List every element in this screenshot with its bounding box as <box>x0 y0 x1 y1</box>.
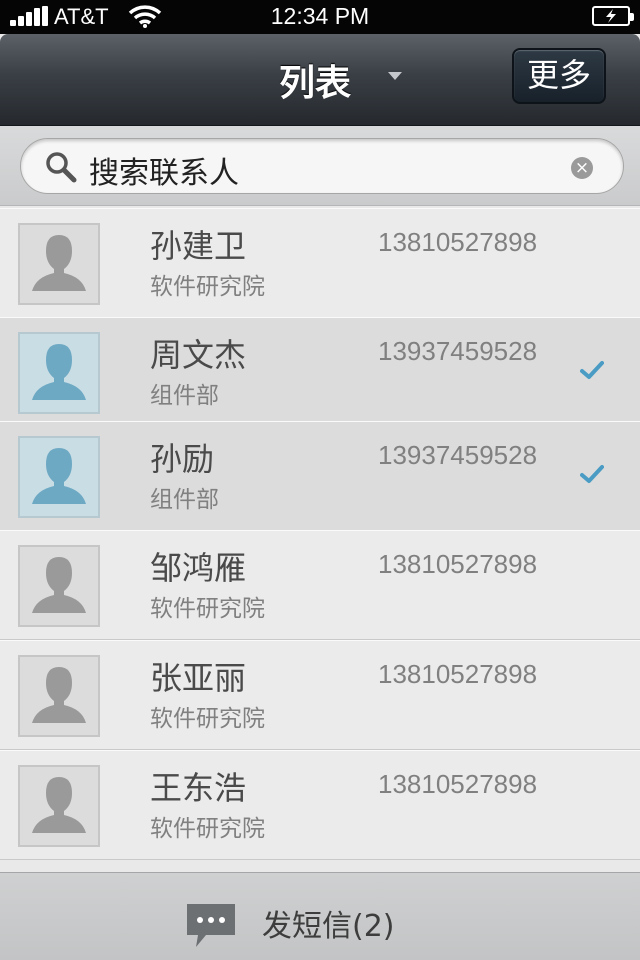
contact-department: 软件研究院 <box>150 274 265 300</box>
contact-phone: 13937459528 <box>378 336 538 366</box>
avatar-icon <box>18 765 100 847</box>
contact-name: 邹鸿雁 <box>150 549 247 587</box>
contact-phone: 13810527898 <box>378 659 538 689</box>
search-area: 搜索联系人 × <box>0 126 640 206</box>
search-placeholder: 搜索联系人 <box>89 156 239 191</box>
contact-department: 软件研究院 <box>150 816 265 842</box>
contact-name: 周文杰 <box>150 336 247 374</box>
contact-row[interactable]: 邹鸿雁软件研究院 13810527898 <box>0 530 640 640</box>
contact-name: 孙建卫 <box>150 227 247 265</box>
navigation-bar: 列表 更多 <box>0 34 640 126</box>
contact-row[interactable]: 周文杰组件部 13937459528 <box>0 317 640 427</box>
contact-department: 软件研究院 <box>150 706 265 732</box>
avatar-icon <box>18 655 100 737</box>
sms-icon <box>187 904 235 947</box>
status-bar: AT&T 12:34 PM <box>0 0 640 34</box>
chevron-down-icon[interactable] <box>388 72 402 80</box>
contact-row[interactable]: 张亚丽软件研究院 13810527898 <box>0 640 640 750</box>
battery-icon <box>592 6 634 26</box>
clear-icon[interactable]: × <box>571 157 593 179</box>
contact-phone: 13810527898 <box>378 769 538 799</box>
check-icon <box>580 465 604 483</box>
contact-row[interactable]: 孙励组件部 13937459528 <box>0 421 640 531</box>
status-time: 12:34 PM <box>270 3 370 29</box>
contact-department: 软件研究院 <box>150 596 265 622</box>
avatar-icon <box>18 332 100 414</box>
send-sms-button[interactable]: 发短信(2) <box>262 901 395 945</box>
contact-name: 王东浩 <box>150 769 247 807</box>
contact-phone: 13810527898 <box>378 549 538 579</box>
search-icon <box>46 152 77 183</box>
contact-department: 组件部 <box>150 487 219 513</box>
more-button[interactable]: 更多 <box>512 48 606 104</box>
avatar-icon <box>18 223 100 305</box>
contact-phone: 13810527898 <box>378 227 538 257</box>
avatar-icon <box>18 436 100 518</box>
page-title[interactable]: 列表 <box>250 54 380 106</box>
contact-department: 组件部 <box>150 383 219 409</box>
contact-name: 孙励 <box>150 440 215 478</box>
avatar-icon <box>18 545 100 627</box>
bottom-bar[interactable]: 发短信(2) <box>0 872 640 960</box>
search-input[interactable]: 搜索联系人 × <box>20 138 624 194</box>
contact-row[interactable]: 王东浩软件研究院 13810527898 <box>0 750 640 860</box>
contact-phone: 13937459528 <box>378 440 538 470</box>
check-icon <box>580 361 604 379</box>
contact-name: 张亚丽 <box>150 659 247 697</box>
contact-row[interactable]: 孙建卫软件研究院 13810527898 <box>0 208 640 318</box>
